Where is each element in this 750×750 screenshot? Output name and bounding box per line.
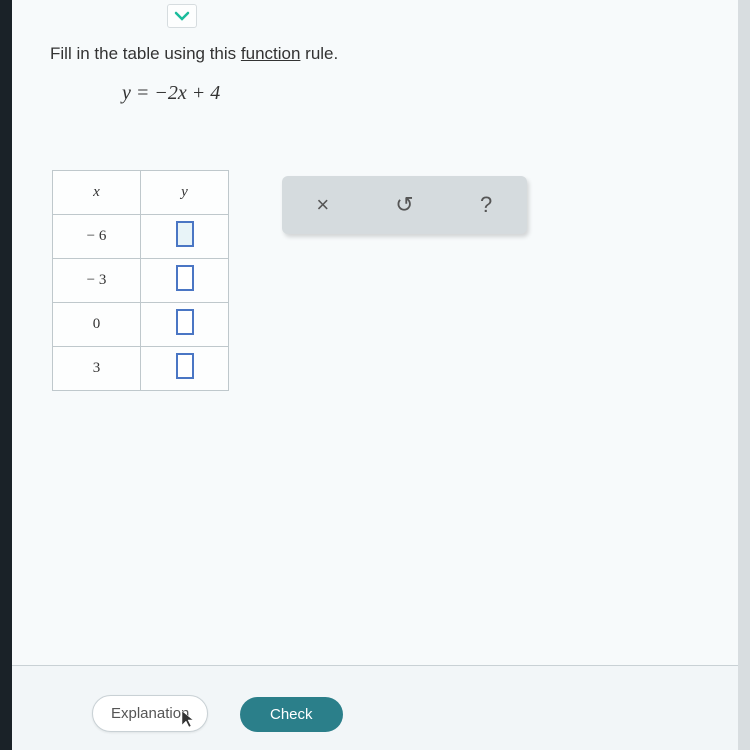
y-cell bbox=[141, 215, 229, 259]
clear-button[interactable]: × bbox=[303, 192, 343, 218]
table-header-row: x y bbox=[53, 171, 229, 215]
equation-display: y = −2x + 4 bbox=[122, 82, 220, 105]
table-row: − 6 bbox=[53, 215, 229, 259]
header-x: x bbox=[53, 171, 141, 215]
instruction-prefix: Fill in the table using this bbox=[50, 44, 241, 63]
x-cell: − 3 bbox=[53, 259, 141, 303]
table-row: − 3 bbox=[53, 259, 229, 303]
check-button[interactable]: Check bbox=[240, 697, 343, 732]
y-input[interactable] bbox=[176, 309, 194, 335]
undo-button[interactable]: ↺ bbox=[384, 192, 424, 218]
question-icon: ? bbox=[480, 192, 492, 217]
instruction-text: Fill in the table using this function ru… bbox=[50, 44, 338, 64]
help-button[interactable]: ? bbox=[466, 192, 506, 218]
table-row: 3 bbox=[53, 347, 229, 391]
x-cell: − 6 bbox=[53, 215, 141, 259]
function-link[interactable]: function bbox=[241, 44, 301, 63]
x-icon: × bbox=[316, 192, 329, 217]
exercise-panel: Fill in the table using this function ru… bbox=[12, 0, 738, 750]
y-cell bbox=[141, 347, 229, 391]
input-toolbar: × ↺ ? bbox=[282, 176, 527, 234]
expand-toggle[interactable] bbox=[167, 4, 197, 28]
y-cell bbox=[141, 303, 229, 347]
y-input[interactable] bbox=[176, 353, 194, 379]
x-cell: 0 bbox=[53, 303, 141, 347]
y-cell bbox=[141, 259, 229, 303]
table-row: 0 bbox=[53, 303, 229, 347]
footer-bar: Explanation Check bbox=[12, 665, 738, 750]
cursor-icon bbox=[180, 709, 196, 732]
chevron-down-icon bbox=[174, 8, 190, 24]
function-table: x y − 6 − 3 0 3 bbox=[52, 170, 229, 391]
undo-icon: ↺ bbox=[395, 192, 413, 217]
y-input[interactable] bbox=[176, 221, 194, 247]
x-cell: 3 bbox=[53, 347, 141, 391]
instruction-suffix: rule. bbox=[300, 44, 338, 63]
window-left-border bbox=[0, 0, 12, 750]
y-input[interactable] bbox=[176, 265, 194, 291]
header-y: y bbox=[141, 171, 229, 215]
